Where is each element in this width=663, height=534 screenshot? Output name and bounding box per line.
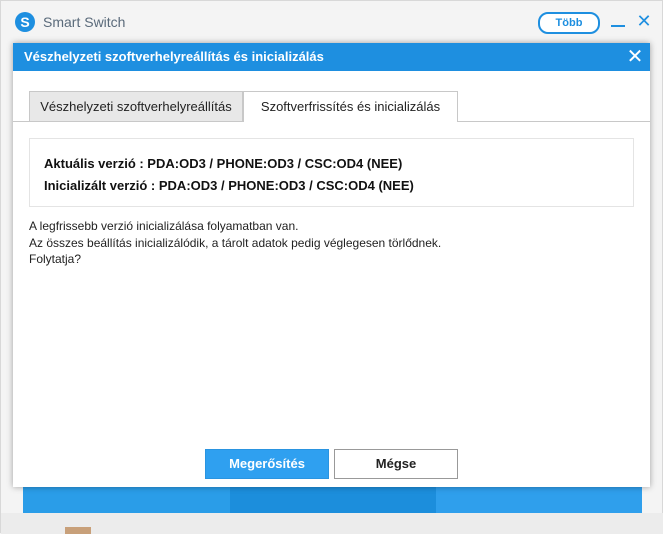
message-line: A legfrissebb verzió inicializálása foly… <box>29 219 299 233</box>
dialog-close-icon[interactable]: ✕ <box>625 46 645 68</box>
cancel-button[interactable]: Mégse <box>334 449 458 479</box>
emergency-recovery-dialog: Vészhelyzeti szoftverhelyreállítás és in… <box>13 43 650 487</box>
app-titlebar: S Smart Switch Több ✕ <box>1 1 663 43</box>
message-line: Folytatja? <box>29 252 82 266</box>
confirm-button[interactable]: Megerősítés <box>205 449 329 479</box>
message-line: Az összes beállítás inicializálódik, a t… <box>29 236 442 250</box>
smart-switch-logo-icon: S <box>15 12 35 32</box>
tab-update-initialize[interactable]: Szoftverfrissítés és inicializálás <box>243 91 458 122</box>
minimize-icon[interactable] <box>609 10 627 32</box>
tab-emergency-recovery[interactable]: Vészhelyzeti szoftverhelyreállítás <box>29 91 243 121</box>
dialog-header: Vészhelyzeti szoftverhelyreállítás és in… <box>13 43 650 71</box>
close-icon[interactable]: ✕ <box>635 10 653 32</box>
more-button[interactable]: Több <box>538 12 600 34</box>
background-tile <box>23 485 230 513</box>
background-tile <box>230 485 436 513</box>
dialog-title: Vészhelyzeti szoftverhelyreállítás és in… <box>24 49 324 64</box>
current-version: Aktuális verzió : PDA:OD3 / PHONE:OD3 / … <box>44 156 403 171</box>
app-title: Smart Switch <box>43 14 126 30</box>
background-tile <box>436 485 642 513</box>
bottom-bar <box>1 513 663 534</box>
version-info-box: Aktuális verzió : PDA:OD3 / PHONE:OD3 / … <box>29 138 634 207</box>
initialized-version: Inicializált verzió : PDA:OD3 / PHONE:OD… <box>44 178 414 193</box>
